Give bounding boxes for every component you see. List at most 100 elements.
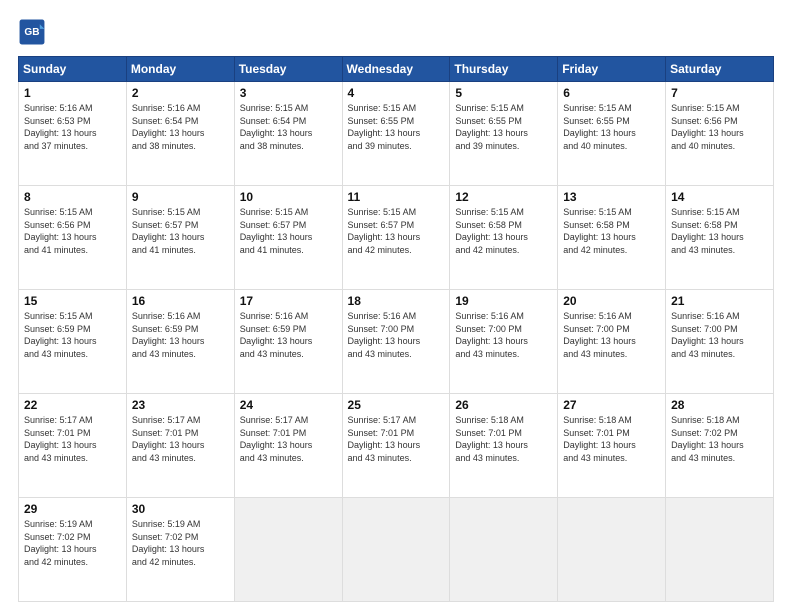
table-row: 13 Sunrise: 5:15 AM Sunset: 6:58 PM Dayli… bbox=[558, 186, 666, 290]
day-info: Sunrise: 5:17 AM Sunset: 7:01 PM Dayligh… bbox=[348, 414, 445, 464]
day-info: Sunrise: 5:15 AM Sunset: 6:57 PM Dayligh… bbox=[132, 206, 229, 256]
day-number: 30 bbox=[132, 502, 229, 516]
header-monday: Monday bbox=[126, 57, 234, 82]
calendar-row: 15 Sunrise: 5:15 AM Sunset: 6:59 PM Dayli… bbox=[19, 290, 774, 394]
svg-text:GB: GB bbox=[24, 27, 39, 38]
day-number: 3 bbox=[240, 86, 337, 100]
weekday-header-row: Sunday Monday Tuesday Wednesday Thursday… bbox=[19, 57, 774, 82]
calendar-row: 1 Sunrise: 5:16 AM Sunset: 6:53 PM Daylig… bbox=[19, 82, 774, 186]
table-row: 21 Sunrise: 5:16 AM Sunset: 7:00 PM Dayli… bbox=[666, 290, 774, 394]
day-number: 24 bbox=[240, 398, 337, 412]
logo: GB bbox=[18, 18, 50, 46]
day-info: Sunrise: 5:15 AM Sunset: 6:54 PM Dayligh… bbox=[240, 102, 337, 152]
day-info: Sunrise: 5:15 AM Sunset: 6:55 PM Dayligh… bbox=[348, 102, 445, 152]
day-info: Sunrise: 5:16 AM Sunset: 6:59 PM Dayligh… bbox=[240, 310, 337, 360]
day-number: 9 bbox=[132, 190, 229, 204]
table-row: 7Sunrise: 5:15 AM Sunset: 6:56 PM Daylig… bbox=[666, 82, 774, 186]
header-saturday: Saturday bbox=[666, 57, 774, 82]
table-row: 3 Sunrise: 5:15 AM Sunset: 6:54 PM Daylig… bbox=[234, 82, 342, 186]
day-number: 4 bbox=[348, 86, 445, 100]
table-row: 23 Sunrise: 5:17 AM Sunset: 7:01 PM Dayli… bbox=[126, 394, 234, 498]
day-number: 11 bbox=[348, 190, 445, 204]
day-number: 13 bbox=[563, 190, 660, 204]
table-row: 30 Sunrise: 5:19 AM Sunset: 7:02 PM Dayli… bbox=[126, 498, 234, 602]
table-row: 10Sunrise: 5:15 AM Sunset: 6:57 PM Dayli… bbox=[234, 186, 342, 290]
day-info: Sunrise: 5:15 AM Sunset: 6:55 PM Dayligh… bbox=[455, 102, 552, 152]
day-number: 1 bbox=[24, 86, 121, 100]
header-wednesday: Wednesday bbox=[342, 57, 450, 82]
day-info: Sunrise: 5:15 AM Sunset: 6:57 PM Dayligh… bbox=[348, 206, 445, 256]
table-row: 19 Sunrise: 5:16 AM Sunset: 7:00 PM Dayli… bbox=[450, 290, 558, 394]
day-number: 10 bbox=[240, 190, 337, 204]
calendar-row: 8 Sunrise: 5:15 AM Sunset: 6:56 PM Daylig… bbox=[19, 186, 774, 290]
day-info: Sunrise: 5:18 AM Sunset: 7:01 PM Dayligh… bbox=[455, 414, 552, 464]
table-row: 9 Sunrise: 5:15 AM Sunset: 6:57 PM Daylig… bbox=[126, 186, 234, 290]
day-info: Sunrise: 5:16 AM Sunset: 6:54 PM Dayligh… bbox=[132, 102, 229, 152]
day-info: Sunrise: 5:17 AM Sunset: 7:01 PM Dayligh… bbox=[132, 414, 229, 464]
day-number: 16 bbox=[132, 294, 229, 308]
header-tuesday: Tuesday bbox=[234, 57, 342, 82]
day-number: 18 bbox=[348, 294, 445, 308]
day-number: 20 bbox=[563, 294, 660, 308]
header-friday: Friday bbox=[558, 57, 666, 82]
table-row: 20 Sunrise: 5:16 AM Sunset: 7:00 PM Dayli… bbox=[558, 290, 666, 394]
table-row bbox=[450, 498, 558, 602]
table-row: 12 Sunrise: 5:15 AM Sunset: 6:58 PM Dayli… bbox=[450, 186, 558, 290]
day-number: 27 bbox=[563, 398, 660, 412]
day-info: Sunrise: 5:19 AM Sunset: 7:02 PM Dayligh… bbox=[24, 518, 121, 568]
table-row: 16 Sunrise: 5:16 AM Sunset: 6:59 PM Dayli… bbox=[126, 290, 234, 394]
table-row: 5Sunrise: 5:15 AM Sunset: 6:55 PM Daylig… bbox=[450, 82, 558, 186]
day-info: Sunrise: 5:16 AM Sunset: 7:00 PM Dayligh… bbox=[563, 310, 660, 360]
day-number: 7 bbox=[671, 86, 768, 100]
table-row: 8 Sunrise: 5:15 AM Sunset: 6:56 PM Daylig… bbox=[19, 186, 127, 290]
table-row: 28Sunrise: 5:18 AM Sunset: 7:02 PM Dayli… bbox=[666, 394, 774, 498]
day-number: 17 bbox=[240, 294, 337, 308]
header: GB bbox=[18, 18, 774, 46]
table-row: 2Sunrise: 5:16 AM Sunset: 6:54 PM Daylig… bbox=[126, 82, 234, 186]
day-info: Sunrise: 5:16 AM Sunset: 7:00 PM Dayligh… bbox=[455, 310, 552, 360]
day-info: Sunrise: 5:17 AM Sunset: 7:01 PM Dayligh… bbox=[240, 414, 337, 464]
table-row: 15 Sunrise: 5:15 AM Sunset: 6:59 PM Dayli… bbox=[19, 290, 127, 394]
table-row: 1 Sunrise: 5:16 AM Sunset: 6:53 PM Daylig… bbox=[19, 82, 127, 186]
day-info: Sunrise: 5:15 AM Sunset: 6:58 PM Dayligh… bbox=[671, 206, 768, 256]
day-number: 19 bbox=[455, 294, 552, 308]
day-info: Sunrise: 5:15 AM Sunset: 6:56 PM Dayligh… bbox=[24, 206, 121, 256]
day-number: 22 bbox=[24, 398, 121, 412]
day-info: Sunrise: 5:16 AM Sunset: 6:59 PM Dayligh… bbox=[132, 310, 229, 360]
day-info: Sunrise: 5:15 AM Sunset: 6:58 PM Dayligh… bbox=[563, 206, 660, 256]
table-row: 14Sunrise: 5:15 AM Sunset: 6:58 PM Dayli… bbox=[666, 186, 774, 290]
day-number: 8 bbox=[24, 190, 121, 204]
header-sunday: Sunday bbox=[19, 57, 127, 82]
day-number: 26 bbox=[455, 398, 552, 412]
table-row: 27 Sunrise: 5:18 AM Sunset: 7:01 PM Dayli… bbox=[558, 394, 666, 498]
logo-icon: GB bbox=[18, 18, 46, 46]
day-number: 25 bbox=[348, 398, 445, 412]
table-row: 25 Sunrise: 5:17 AM Sunset: 7:01 PM Dayli… bbox=[342, 394, 450, 498]
day-info: Sunrise: 5:15 AM Sunset: 6:58 PM Dayligh… bbox=[455, 206, 552, 256]
table-row: 29 Sunrise: 5:19 AM Sunset: 7:02 PM Dayli… bbox=[19, 498, 127, 602]
table-row bbox=[558, 498, 666, 602]
table-row: 4 Sunrise: 5:15 AM Sunset: 6:55 PM Daylig… bbox=[342, 82, 450, 186]
calendar-table: Sunday Monday Tuesday Wednesday Thursday… bbox=[18, 56, 774, 602]
day-info: Sunrise: 5:16 AM Sunset: 6:53 PM Dayligh… bbox=[24, 102, 121, 152]
day-info: Sunrise: 5:18 AM Sunset: 7:01 PM Dayligh… bbox=[563, 414, 660, 464]
day-number: 12 bbox=[455, 190, 552, 204]
day-number: 23 bbox=[132, 398, 229, 412]
table-row: 22Sunrise: 5:17 AM Sunset: 7:01 PM Dayli… bbox=[19, 394, 127, 498]
day-info: Sunrise: 5:19 AM Sunset: 7:02 PM Dayligh… bbox=[132, 518, 229, 568]
day-info: Sunrise: 5:18 AM Sunset: 7:02 PM Dayligh… bbox=[671, 414, 768, 464]
day-number: 15 bbox=[24, 294, 121, 308]
day-number: 21 bbox=[671, 294, 768, 308]
day-number: 29 bbox=[24, 502, 121, 516]
table-row bbox=[342, 498, 450, 602]
calendar-row: 29 Sunrise: 5:19 AM Sunset: 7:02 PM Dayli… bbox=[19, 498, 774, 602]
day-info: Sunrise: 5:16 AM Sunset: 7:00 PM Dayligh… bbox=[671, 310, 768, 360]
table-row: 18 Sunrise: 5:16 AM Sunset: 7:00 PM Dayli… bbox=[342, 290, 450, 394]
page: GB Sunday Monday Tuesday Wednesday Thurs… bbox=[0, 0, 792, 612]
day-number: 6 bbox=[563, 86, 660, 100]
table-row: 26 Sunrise: 5:18 AM Sunset: 7:01 PM Dayli… bbox=[450, 394, 558, 498]
day-info: Sunrise: 5:15 AM Sunset: 6:59 PM Dayligh… bbox=[24, 310, 121, 360]
calendar-row: 22 Sunrise: 5:17 AM Sunset: 7:01 PM Dayli… bbox=[19, 394, 774, 498]
table-row: 11 Sunrise: 5:15 AM Sunset: 6:57 PM Dayli… bbox=[342, 186, 450, 290]
day-info: Sunrise: 5:16 AM Sunset: 7:00 PM Dayligh… bbox=[348, 310, 445, 360]
